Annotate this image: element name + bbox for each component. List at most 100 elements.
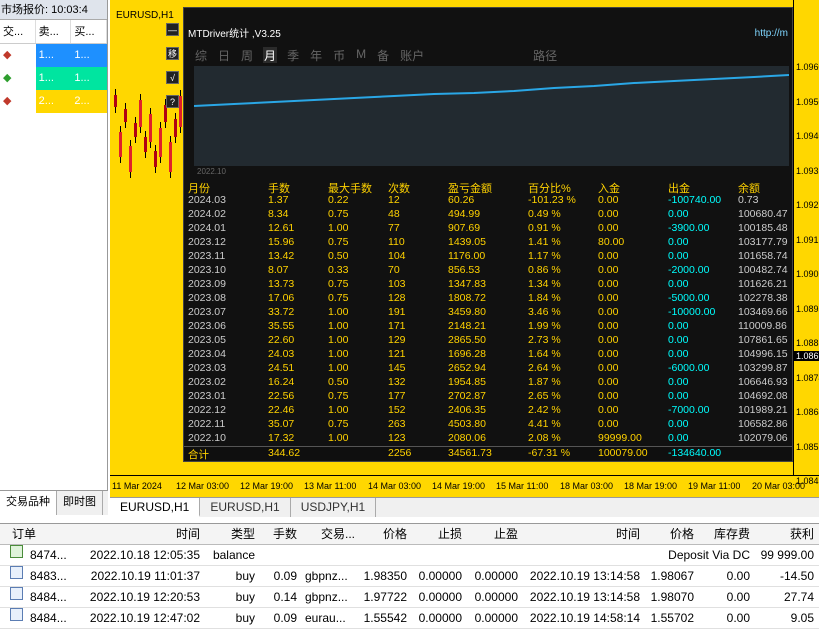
period-tab[interactable]: 币 [332, 47, 346, 63]
ask-cell[interactable]: 2... [71, 90, 108, 113]
ask-cell[interactable]: 1... [71, 67, 108, 90]
market-watch-row[interactable]: ◆ 2... 2... [0, 90, 108, 113]
stats-cell: 2.08 % [528, 432, 561, 444]
col-bid[interactable]: 卖... [36, 20, 72, 43]
time-axis: 11 Mar 2024 12 Mar 03:00 12 Mar 19:00 13 Ma… [110, 475, 819, 497]
stats-cell: 132 [388, 376, 406, 388]
candle-body [139, 100, 142, 127]
stats-cell: 110009.86 [738, 320, 787, 332]
market-watch-row[interactable]: ◆ 1... 1... [0, 67, 108, 90]
history-column-header[interactable]: 获利 [752, 524, 814, 545]
time-tick: 15 Mar 11:00 [496, 481, 549, 491]
history-column-header[interactable]: 时间 [522, 524, 640, 545]
mtdriver-stats-panel: MTDriver统计 ,V3.25 http://m 综日周月季年币 M 备账户 路径… [183, 7, 793, 462]
period-tab[interactable]: 日 [217, 47, 231, 63]
bid-cell[interactable]: 1... [35, 44, 72, 67]
tab-tick-chart[interactable]: 即时图 [57, 491, 103, 515]
stats-cell: 2023.03 [188, 362, 226, 374]
history-column-header[interactable]: 时间 [60, 524, 200, 545]
price-tick: 1.0931 [796, 165, 819, 176]
help-button[interactable]: ? [166, 95, 179, 108]
history-column-header[interactable]: 止损 [410, 524, 462, 545]
period-tab[interactable]: 综 [194, 47, 208, 63]
equity-curve [194, 66, 789, 166]
stats-cell: 104 [388, 250, 406, 262]
history-cell-ctime: 2022.10.19 13:14:58 [529, 569, 640, 583]
history-column-header[interactable]: 止盈 [466, 524, 518, 545]
history-row[interactable]: 8474... 2022.10.18 12:05:35 balance 99 999.… [0, 545, 819, 566]
move-button[interactable]: 移 [166, 47, 179, 60]
period-tab[interactable]: 季 [286, 47, 300, 63]
stats-cell: -2000.00 [668, 264, 710, 276]
history-column-header[interactable]: 交易... [305, 524, 355, 545]
stats-cell: 0.00 [598, 194, 619, 206]
period-tab[interactable]: 年 [309, 47, 323, 63]
stats-cell: 34561.73 [448, 447, 492, 459]
stats-cell: 33.72 [268, 306, 295, 318]
stats-cell: 80.00 [598, 236, 625, 248]
period-tab[interactable]: 周 [240, 47, 254, 63]
stats-cell: 2024.01 [188, 222, 226, 234]
stats-cell: 0.75 [328, 278, 349, 290]
candle-body [114, 95, 117, 107]
history-row[interactable]: 8484... 2022.10.19 12:47:02 buy 0.09 eurau..… [0, 608, 819, 629]
period-tab[interactable]: 备 [376, 47, 390, 63]
stats-cell: 0.75 [328, 390, 349, 402]
history-row[interactable]: 8483... 2022.10.19 11:01:37 buy 0.09 gbpnz..… [0, 566, 819, 587]
stats-cell: 0.00 [598, 320, 619, 332]
stats-cell: 0.00 [668, 376, 689, 388]
history-row[interactable]: 8484... 2022.10.19 12:20:53 buy 0.14 gbpnz..… [0, 587, 819, 608]
period-tab[interactable]: M [355, 47, 367, 63]
price-chart[interactable]: EURUSD,H1 1.0960 1.0950 1.0940 1.0931 1.0921… [110, 0, 819, 497]
stats-cell: 0.00 [668, 334, 689, 346]
history-cell-cprice: 1.55702 [650, 611, 694, 625]
symbol-cell[interactable]: ◆ [0, 67, 36, 90]
stats-row: 2022.10 17.32 1.00 123 2080.06 2.08 % 99999.00… [184, 432, 792, 446]
history-column-header[interactable]: 价格 [642, 524, 694, 545]
stats-cell: 2023.11 [188, 250, 226, 262]
market-watch-row[interactable]: ◆ 1... 1... [0, 44, 108, 67]
symbol-cell[interactable]: ◆ [0, 90, 36, 113]
col-symbol[interactable]: 交... [0, 20, 36, 43]
period-tab[interactable]: 路径 [532, 47, 558, 63]
stats-cell: 0.50 [328, 250, 349, 262]
stats-cell: 856.53 [448, 264, 481, 276]
stats-cell: -5000.00 [668, 292, 710, 304]
time-tick: 14 Mar 03:00 [368, 481, 422, 491]
period-tab[interactable]: 月 [263, 47, 278, 63]
stats-cell: 2022.10 [188, 432, 226, 444]
stats-cell: 2865.50 [448, 334, 486, 346]
stats-cell: 100185.48 [738, 222, 788, 234]
history-header: 订单 时间 类型 手数 交易... 价格 止损 止盈 时间 价格 库存费 获利 [0, 524, 819, 545]
col-ask[interactable]: 买... [71, 20, 108, 43]
candle-body [149, 114, 152, 142]
chart-tab-eurusd-2[interactable]: EURUSD,H1 [200, 498, 291, 517]
check-button[interactable]: √ [166, 71, 179, 84]
stats-cell: 0.00 [598, 264, 619, 276]
tab-symbols[interactable]: 交易品种 [0, 491, 57, 515]
stats-row: 2023.06 35.55 1.00 171 2148.21 1.99 % 0.00 0.00… [184, 320, 792, 334]
history-column-header[interactable]: 库存费 [698, 524, 750, 545]
chart-tab-usdjpy[interactable]: USDJPY,H1 [291, 498, 377, 517]
minimize-button[interactable]: — [166, 23, 179, 36]
history-column-header[interactable]: 手数 [257, 524, 297, 545]
ask-cell[interactable]: 1... [71, 44, 108, 67]
history-cell-lots: 0.14 [273, 590, 297, 604]
stats-cell: 0.75 [328, 418, 349, 430]
stats-row: 2023.11 13.42 0.50 104 1176.00 1.17 % 0.00 0.00… [184, 250, 792, 264]
period-tab[interactable]: 账户 [399, 47, 425, 63]
symbol-cell[interactable]: ◆ [0, 44, 36, 67]
trade-icon [10, 587, 23, 600]
bid-cell[interactable]: 1... [35, 67, 72, 90]
history-cell-swap: 0.00 [726, 569, 750, 583]
stats-cell: -10000.00 [668, 306, 716, 318]
stats-row: 2023.10 8.07 0.33 70 856.53 0.86 % 0.00 -2000.0… [184, 264, 792, 278]
stats-cell: 2023.09 [188, 278, 226, 290]
history-column-header[interactable]: 价格 [355, 524, 407, 545]
stats-cell: 3.46 % [528, 306, 561, 318]
stats-cell: 0.75 [328, 292, 349, 304]
panel-url[interactable]: http://m [755, 28, 788, 39]
history-column-header[interactable]: 类型 [200, 524, 255, 545]
chart-tab-eurusd-1[interactable]: EURUSD,H1 [110, 498, 201, 517]
bid-cell[interactable]: 2... [35, 90, 72, 113]
